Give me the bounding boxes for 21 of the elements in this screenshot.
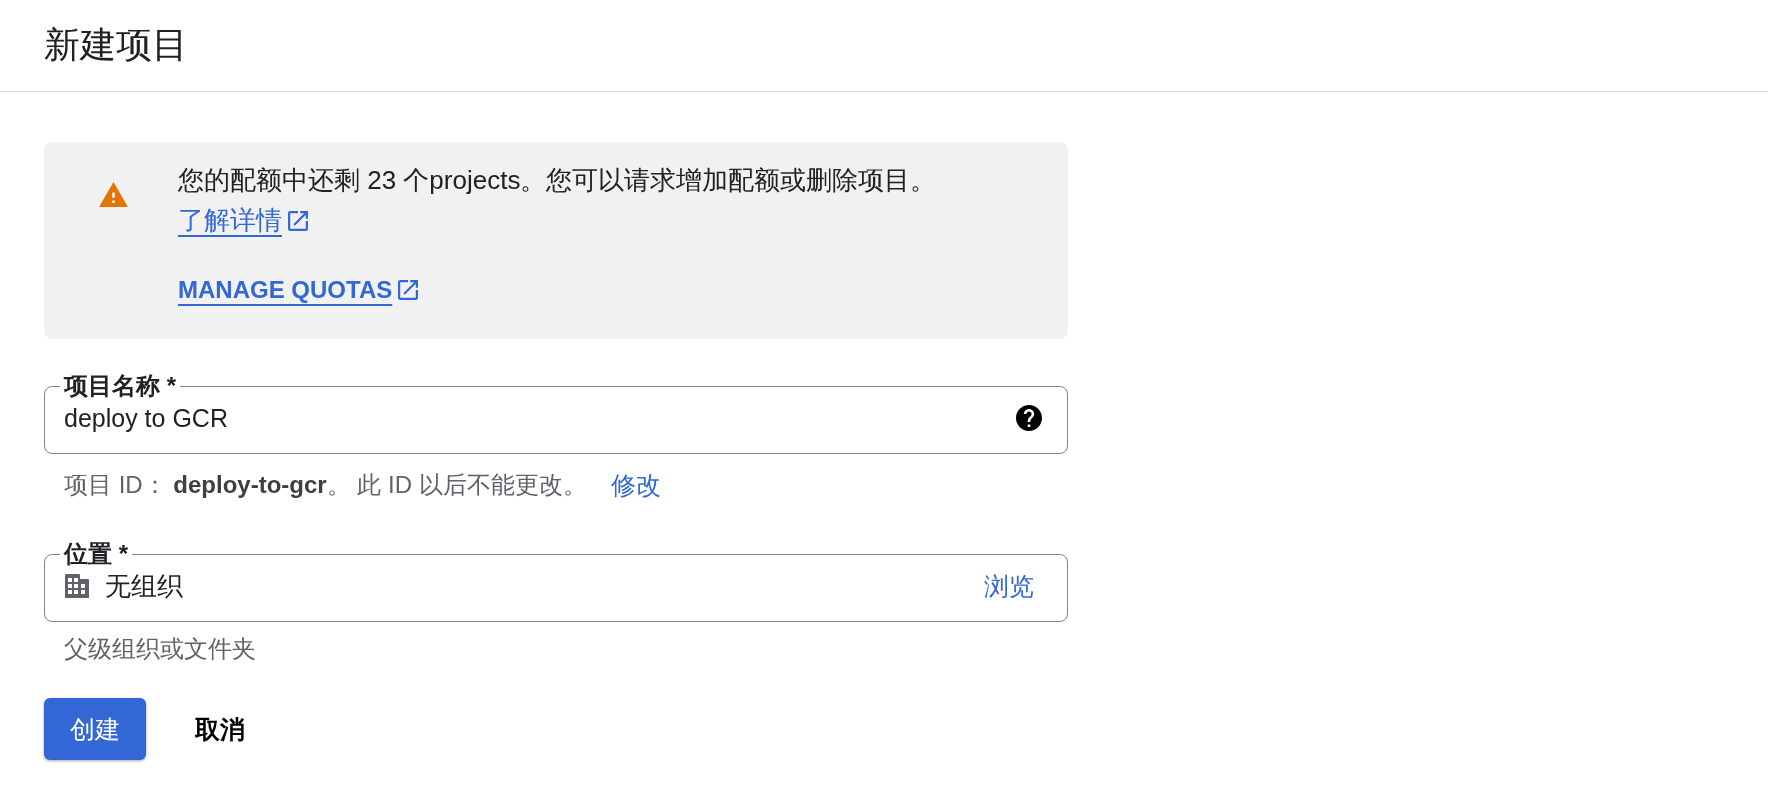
page-title: 新建项目 <box>44 23 188 67</box>
browse-link[interactable]: 浏览 <box>984 569 1034 603</box>
location-field[interactable]: 位置 * 无组织 浏览 <box>44 542 1068 622</box>
external-link-icon <box>398 280 419 300</box>
field-label: 项目名称 * <box>62 374 177 398</box>
warning-icon <box>99 182 128 207</box>
manage-quotas-link[interactable]: MANAGE QUOTAS <box>178 270 419 310</box>
edit-link[interactable]: 修改 <box>610 470 661 500</box>
help-icon[interactable] <box>1016 405 1042 431</box>
project-name-value: deploy to GCR <box>64 403 229 433</box>
location-hint: 父级组织或文件夹 <box>64 634 256 664</box>
project-id-hint: 项目 ID： deploy-to-gcr。 此 ID 以后不能更改。 <box>64 470 587 500</box>
field-label: 位置 * <box>62 542 129 566</box>
building-icon <box>64 573 90 599</box>
create-button[interactable]: 创建 <box>44 698 146 760</box>
cancel-button[interactable]: 取消 <box>171 698 269 760</box>
learn-more-link[interactable]: 了解详情 <box>178 205 308 235</box>
external-link-icon <box>288 211 308 231</box>
location-value: 无组织 <box>105 569 184 603</box>
quota-message: 您的配额中还剩 23 个projects。您可以请求增加配额或删除项目。 了解详情 <box>178 164 938 237</box>
project-name-field[interactable]: 项目名称 * deploy to GCR <box>44 374 1068 454</box>
